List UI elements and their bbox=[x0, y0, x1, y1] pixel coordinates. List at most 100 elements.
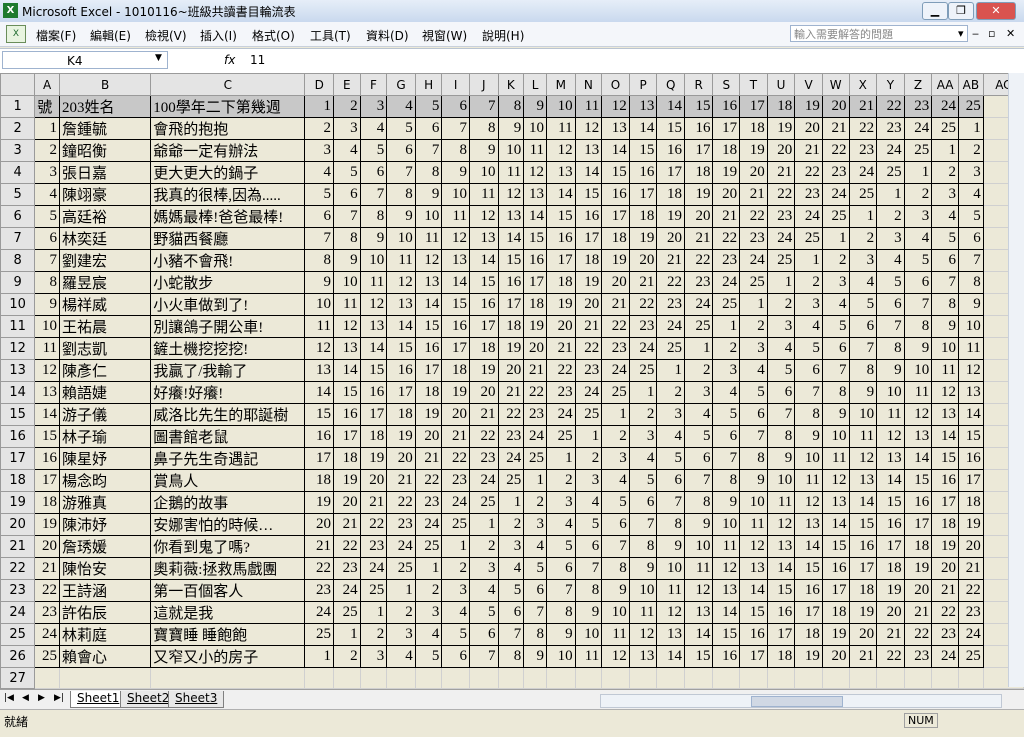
cell[interactable]: 奧莉薇:拯救馬戲團 bbox=[150, 557, 306, 580]
column-header[interactable]: R bbox=[683, 73, 714, 96]
cell[interactable]: 18 bbox=[523, 293, 548, 316]
cell[interactable]: 15 bbox=[441, 293, 470, 316]
cell[interactable]: 10 bbox=[546, 95, 576, 118]
cell[interactable]: 18 bbox=[497, 315, 525, 338]
cell[interactable]: 4 bbox=[523, 535, 548, 558]
cell[interactable]: 7 bbox=[957, 249, 984, 272]
cell[interactable]: 12 bbox=[821, 469, 850, 492]
cell[interactable]: 4 bbox=[546, 513, 576, 536]
cell[interactable]: 4 bbox=[34, 183, 61, 206]
cell[interactable]: 24 bbox=[34, 623, 61, 646]
worksheet-grid[interactable]: A B C D E F G H I J K L M N O P Q R S T U V W X Y Z AA AB AC 1 號 203姓名 1… bbox=[0, 73, 1024, 689]
cell[interactable] bbox=[150, 667, 306, 689]
cell[interactable]: 3 bbox=[931, 183, 959, 206]
cell[interactable]: 11 bbox=[821, 447, 850, 470]
cell[interactable]: 9 bbox=[739, 469, 768, 492]
cell[interactable]: 24 bbox=[386, 535, 416, 558]
cell[interactable]: 22 bbox=[523, 381, 548, 404]
cell[interactable]: 12 bbox=[739, 535, 768, 558]
cell[interactable]: 陳沛妤 bbox=[59, 513, 152, 536]
cell[interactable]: 23 bbox=[903, 95, 933, 118]
cell[interactable]: 6 bbox=[304, 205, 334, 228]
cell[interactable]: 15 bbox=[794, 557, 823, 580]
cell[interactable]: 22 bbox=[683, 249, 714, 272]
cell[interactable]: 25 bbox=[957, 95, 984, 118]
row-header[interactable]: 17 bbox=[0, 447, 36, 470]
cell[interactable]: 14 bbox=[739, 579, 768, 602]
cell[interactable]: 1 bbox=[766, 271, 796, 294]
cell[interactable]: 15 bbox=[876, 491, 905, 514]
cell[interactable]: 17 bbox=[683, 139, 714, 162]
cell[interactable]: 1 bbox=[332, 623, 361, 646]
cell[interactable]: 5 bbox=[766, 359, 796, 382]
cell[interactable]: 8 bbox=[359, 205, 388, 228]
cell[interactable]: 12 bbox=[386, 271, 416, 294]
cell[interactable]: 10 bbox=[359, 249, 388, 272]
column-header[interactable]: L bbox=[523, 73, 548, 96]
cell[interactable]: 16 bbox=[876, 513, 905, 536]
cell[interactable]: 21 bbox=[523, 359, 548, 382]
column-header[interactable]: B bbox=[59, 73, 152, 96]
cell[interactable]: 25 bbox=[523, 447, 548, 470]
cell[interactable]: 13 bbox=[441, 249, 470, 272]
cell[interactable]: 16 bbox=[848, 535, 878, 558]
cell[interactable]: 7 bbox=[574, 557, 603, 580]
cell[interactable]: 14 bbox=[766, 557, 796, 580]
cell[interactable]: 24 bbox=[931, 645, 959, 668]
cell[interactable]: 11 bbox=[739, 513, 768, 536]
cell[interactable]: 9 bbox=[574, 601, 603, 624]
cell[interactable]: 19 bbox=[34, 513, 61, 536]
cell[interactable]: 12 bbox=[766, 513, 796, 536]
cell[interactable]: 小火車做到了! bbox=[150, 293, 306, 316]
cell[interactable]: 16 bbox=[931, 469, 959, 492]
cell[interactable]: 1 bbox=[876, 183, 905, 206]
cell[interactable]: 10 bbox=[766, 469, 796, 492]
cell[interactable]: 17 bbox=[601, 205, 630, 228]
cell[interactable] bbox=[59, 667, 152, 689]
cell[interactable]: 9 bbox=[848, 381, 878, 404]
cell[interactable]: 13 bbox=[739, 557, 768, 580]
first-sheet-icon[interactable]: |◀ bbox=[4, 693, 14, 703]
column-header[interactable]: Z bbox=[903, 73, 933, 96]
cell[interactable]: 5 bbox=[712, 403, 741, 426]
cell[interactable]: 15 bbox=[683, 95, 714, 118]
cell[interactable]: 24 bbox=[601, 359, 630, 382]
cell[interactable]: 11 bbox=[34, 337, 61, 360]
row-header[interactable]: 7 bbox=[0, 227, 36, 250]
cell[interactable]: 4 bbox=[739, 359, 768, 382]
cell[interactable]: 19 bbox=[601, 249, 630, 272]
cell[interactable]: 18 bbox=[739, 117, 768, 140]
cell[interactable]: 19 bbox=[628, 227, 658, 250]
cell[interactable]: 21 bbox=[766, 161, 796, 184]
cell[interactable]: 25 bbox=[876, 161, 905, 184]
cell[interactable]: 1 bbox=[497, 491, 525, 514]
cell[interactable]: 14 bbox=[523, 205, 548, 228]
workbook-icon[interactable]: X bbox=[6, 25, 26, 43]
cell[interactable]: 4 bbox=[876, 249, 905, 272]
cell[interactable]: 賴語婕 bbox=[59, 381, 152, 404]
cell[interactable]: 23 bbox=[821, 161, 850, 184]
cell[interactable]: 17 bbox=[359, 403, 388, 426]
cell[interactable]: 20 bbox=[468, 381, 499, 404]
cell[interactable]: 13 bbox=[332, 337, 361, 360]
cell[interactable]: 25 bbox=[332, 601, 361, 624]
cell[interactable]: 羅昱宸 bbox=[59, 271, 152, 294]
cell[interactable]: 8 bbox=[497, 645, 525, 668]
cell[interactable]: 20 bbox=[332, 491, 361, 514]
cell[interactable]: 19 bbox=[386, 425, 416, 448]
cell[interactable]: 18 bbox=[414, 381, 443, 404]
cell[interactable]: 11 bbox=[931, 359, 959, 382]
cell[interactable]: 4 bbox=[601, 469, 630, 492]
column-header[interactable]: P bbox=[628, 73, 658, 96]
cell[interactable]: 2 bbox=[601, 425, 630, 448]
cell[interactable]: 23 bbox=[441, 469, 470, 492]
cell[interactable]: 16 bbox=[304, 425, 334, 448]
cell[interactable]: 12 bbox=[414, 249, 443, 272]
cell[interactable]: 20 bbox=[386, 447, 416, 470]
column-header[interactable]: F bbox=[359, 73, 388, 96]
cell[interactable]: 12 bbox=[683, 579, 714, 602]
cell[interactable]: 23 bbox=[848, 139, 878, 162]
cell[interactable]: 16 bbox=[903, 491, 933, 514]
cell[interactable]: 20 bbox=[848, 623, 878, 646]
cell[interactable]: 16 bbox=[628, 161, 658, 184]
